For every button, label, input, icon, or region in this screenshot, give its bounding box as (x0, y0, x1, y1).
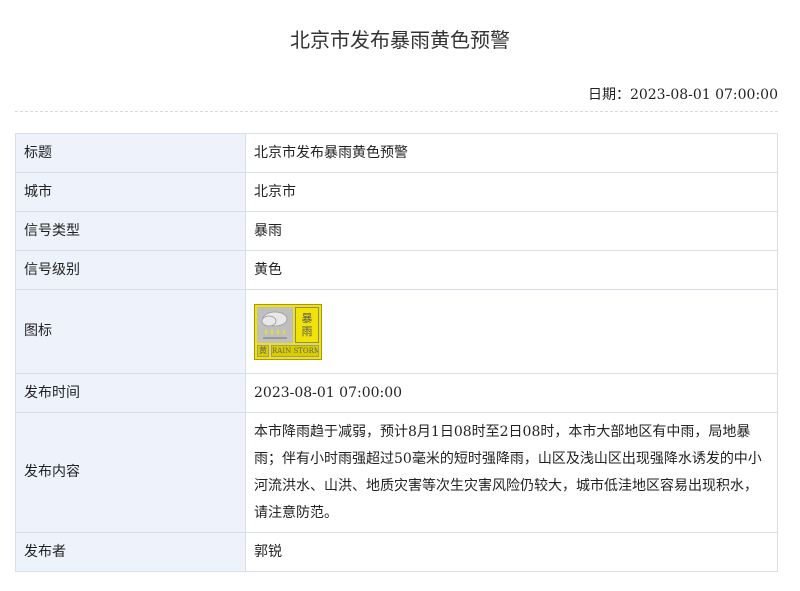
row-key: 标题 (15, 133, 246, 173)
icon-label: 暴 雨 (295, 306, 319, 343)
row-value: 暴雨 (245, 211, 778, 251)
rainstorm-yellow-warning-icon: 暴 雨 黄 RAIN STORM (254, 303, 322, 360)
row-key: 信号级别 (15, 250, 246, 290)
icon-level-char: 黄 (257, 344, 269, 357)
publish-date: 日期：2023-08-01 07:00:00 (588, 86, 778, 104)
row-key: 城市 (15, 172, 246, 212)
row-key: 图标 (15, 289, 246, 374)
row-value: 本市降雨趋于减弱，预计8月1日08时至2日08时，本市大部地区有中雨，局地暴雨；… (245, 412, 778, 533)
icon-caption-bar: 黄 RAIN STORM (257, 344, 319, 357)
divider (15, 111, 778, 112)
warning-info-table: 标题 北京市发布暴雨黄色预警 城市 北京市 信号类型 暴雨 信号级别 黄色 图标 (15, 133, 778, 572)
table-row-publisher: 发布者 郭锐 (15, 532, 778, 572)
row-value: 黄色 (245, 250, 778, 290)
row-key: 发布内容 (15, 412, 246, 533)
row-key: 发布时间 (15, 373, 246, 413)
row-value: 北京市发布暴雨黄色预警 (245, 133, 778, 173)
table-row-title: 标题 北京市发布暴雨黄色预警 (15, 133, 778, 173)
icon-char-top: 暴 (301, 311, 313, 325)
row-value: 2023-08-01 07:00:00 (245, 373, 778, 413)
icon-char-bottom: 雨 (301, 324, 313, 338)
table-row-content: 发布内容 本市降雨趋于减弱，预计8月1日08时至2日08时，本市大部地区有中雨，… (15, 412, 778, 533)
page-title: 北京市发布暴雨黄色预警 (290, 28, 510, 52)
date-label: 日期： (587, 87, 630, 103)
table-row-publish-time: 发布时间 2023-08-01 07:00:00 (15, 373, 778, 413)
row-value: 暴 雨 黄 RAIN STORM (245, 289, 778, 374)
row-key: 发布者 (15, 532, 246, 572)
cloud-rain-icon (257, 306, 293, 343)
date-value: 2023-08-01 07:00:00 (629, 87, 778, 103)
table-row-icon: 图标 暴 雨 黄 RAIN STORM (15, 289, 778, 374)
table-row-signal-level: 信号级别 黄色 (15, 250, 778, 290)
row-value: 郭锐 (245, 532, 778, 572)
table-row-signal-type: 信号类型 暴雨 (15, 211, 778, 251)
row-key: 信号类型 (15, 211, 246, 251)
table-row-city: 城市 北京市 (15, 172, 778, 212)
content-text: 本市降雨趋于减弱，预计8月1日08时至2日08时，本市大部地区有中雨，局地暴雨；… (254, 423, 762, 521)
icon-caption: RAIN STORM (271, 344, 319, 357)
row-value: 北京市 (245, 172, 778, 212)
